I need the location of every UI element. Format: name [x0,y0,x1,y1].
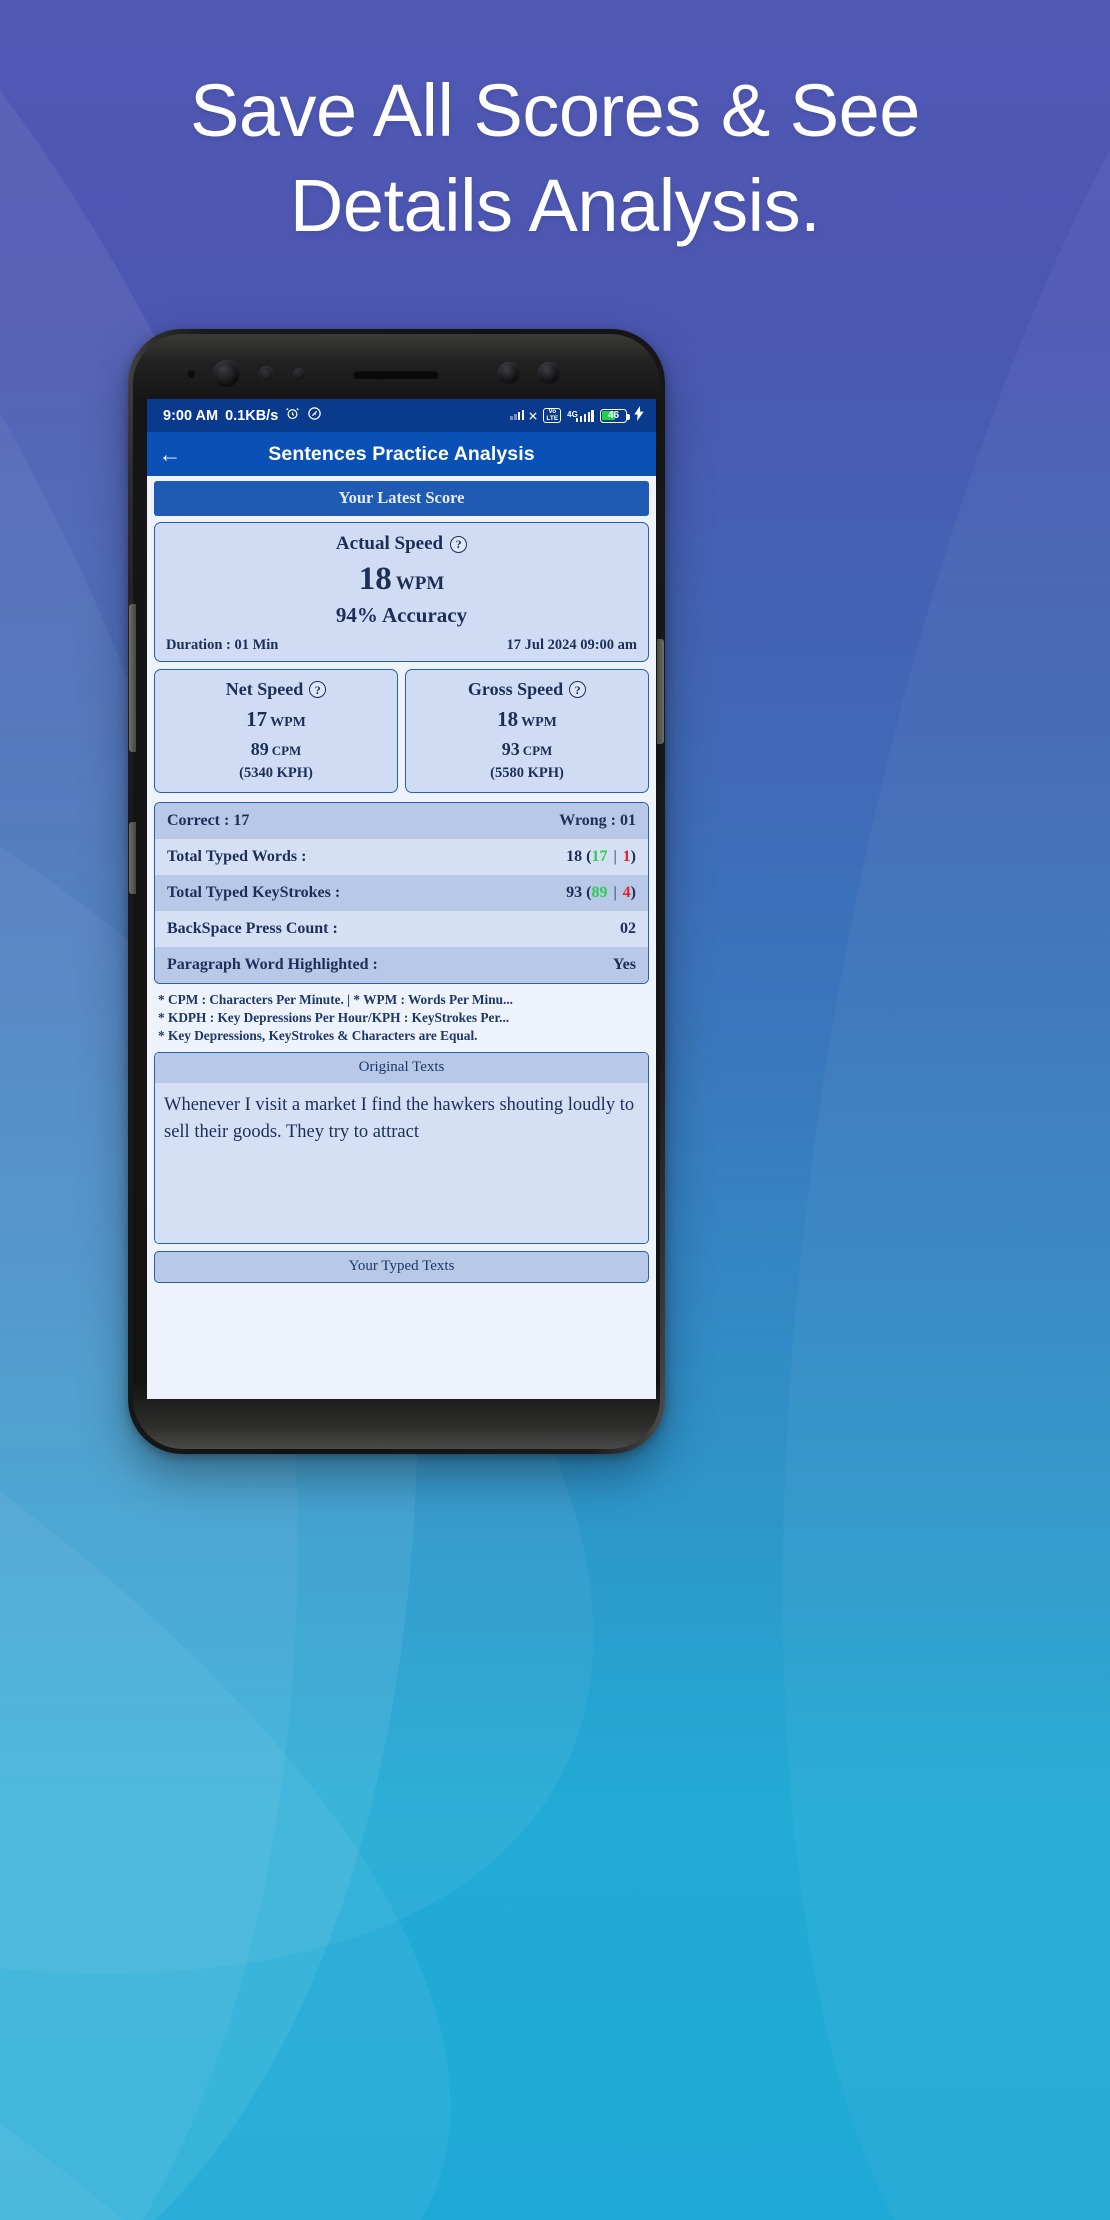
status-time: 9:00 AM [163,407,219,424]
battery-icon: 46 [600,408,630,423]
gross-speed-kph: (5580 KPH) [490,765,564,781]
signal-no-service-icon [510,408,538,424]
gross-speed-label: Gross Speed [467,679,564,699]
actual-speed-value: 18 [358,561,392,597]
footnote-equal: * Key Depressions, KeyStrokes & Characte… [158,1028,478,1044]
latest-score-header: Your Latest Score [154,481,649,516]
front-camera-icon [213,360,240,387]
status-bar-right: Vo LTE 4G 46 [510,406,645,425]
phone-screen: 9:00 AM 0.1KB/s Vo LTE 4G 46 ← Sentences… [147,399,656,1399]
phone-sensor-cluster [133,360,660,387]
footnote-kdph-kph: * KDPH : Key Depressions Per Hour/KPH : … [158,1010,510,1026]
table-row: Paragraph Word Highlighted : Yes [155,947,648,983]
volte-bottom-text: LTE [546,414,559,422]
net-speed-wpm-value: 17 [246,707,268,731]
latest-score-card: Actual Speed ? 18 WPM 94% Accuracy Durati… [154,522,649,662]
original-texts-body: Whenever I visit a market I find the haw… [155,1083,648,1244]
actual-speed-block: Actual Speed ? 18 WPM 94% Accuracy [155,523,648,628]
net-speed-cpm-unit: CPM [271,743,302,758]
stats-table: Correct : 17 Wrong : 01 Total Typed Word… [154,802,649,984]
net-speed-wpm-unit: WPM [270,715,306,730]
gross-speed-card: Gross Speed ? 18 WPM 93 CPM (5580 KPH) [405,669,649,793]
backspace-press-value: 02 [620,920,636,937]
gross-speed-wpm-row: 18 WPM [406,707,648,732]
speed-cards: Net Speed ? 17 WPM 89 CPM (5340 KPH) Gro… [154,669,649,793]
correct-count-label: Correct : 17 [167,812,250,829]
total-typed-words-label: Total Typed Words : [167,848,307,865]
typed-texts-header[interactable]: Your Typed Texts [154,1251,649,1284]
mute-icon [307,406,322,425]
backspace-press-label: BackSpace Press Count : [167,920,338,937]
secondary-camera-icon [498,362,520,384]
status-bar: 9:00 AM 0.1KB/s Vo LTE 4G 46 [147,399,656,432]
mobile-data-icon: 4G [567,409,594,422]
table-row: Total Typed KeyStrokes : 93 (89 | 4) [155,875,648,911]
power-button[interactable] [657,639,664,744]
actual-speed-value-row: 18 WPM [155,561,648,598]
gross-speed-wpm-unit: WPM [521,715,557,730]
actual-speed-unit: WPM [395,573,445,594]
accuracy-value: 94% Accuracy [335,603,468,627]
phone-mockup: 9:00 AM 0.1KB/s Vo LTE 4G 46 ← Sentences… [128,329,665,1454]
help-question-icon[interactable]: ? [450,535,468,553]
background-swoosh-6 [611,0,1110,2220]
volume-up-button[interactable] [129,604,136,752]
promo-headline: Save All Scores & See Details Analysis. [0,74,1110,243]
original-texts-header: Original Texts [155,1053,648,1084]
table-row: Total Typed Words : 18 (17 | 1) [155,839,648,875]
status-bar-left: 9:00 AM 0.1KB/s [163,406,322,425]
gross-speed-label-row: Gross Speed ? [406,679,648,700]
battery-level-label: 46 [607,410,620,421]
page-title: Sentences Practice Analysis [268,442,535,465]
help-question-icon[interactable]: ? [569,681,587,698]
sensor-dot-icon [187,369,196,378]
total-typed-words-value: 18 (17 | 1) [566,848,636,865]
net-speed-cpm-value: 89 [250,739,269,759]
analysis-content: Your Latest Score Actual Speed ? 18 WPM 9… [147,476,656,1284]
original-texts-panel: Original Texts Whenever I visit a market… [154,1052,649,1245]
table-row: BackSpace Press Count : 02 [155,911,648,947]
net-speed-card: Net Speed ? 17 WPM 89 CPM (5340 KPH) [154,669,398,793]
paragraph-highlight-value: Yes [612,956,636,973]
total-typed-keystrokes-label: Total Typed KeyStrokes : [167,884,341,901]
net-speed-label-row: Net Speed ? [155,679,397,700]
paragraph-highlight-label: Paragraph Word Highlighted : [167,956,378,973]
duration-row: Duration : 01 Min 17 Jul 2024 09:00 am [155,628,648,661]
total-typed-keystrokes-value: 93 (89 | 4) [566,884,636,901]
earpiece-speaker-icon [353,370,439,379]
back-arrow-icon[interactable]: ← [147,442,193,466]
headline-line-2: Details Analysis. [289,164,821,247]
net-speed-kph: (5340 KPH) [239,765,313,781]
proximity-sensor-icon [259,366,274,381]
volte-icon: Vo LTE [543,408,562,423]
net-speed-cpm-row: 89 CPM [155,739,397,760]
phone-bezel: 9:00 AM 0.1KB/s Vo LTE 4G 46 ← Sentences… [129,334,664,1449]
app-bar: ← Sentences Practice Analysis [147,432,656,476]
net-speed-wpm-row: 17 WPM [155,707,397,732]
attempt-datetime: 17 Jul 2024 09:00 am [506,637,638,653]
status-data-rate: 0.1KB/s [225,407,279,424]
light-sensor-icon [293,368,305,380]
gross-speed-cpm-value: 93 [501,739,520,759]
table-row: Correct : 17 Wrong : 01 [155,803,648,839]
wrong-count-label: Wrong : 01 [559,812,636,829]
actual-speed-label: Actual Speed [335,533,444,554]
duration-label: Duration : 01 Min [166,637,279,653]
footnote-cpm-wpm: * CPM : Characters Per Minute. | * WPM :… [158,992,513,1007]
actual-speed-label-row: Actual Speed ? [155,533,648,555]
footnotes: * CPM : Characters Per Minute. | * WPM :… [154,984,649,1045]
alarm-icon [285,406,300,425]
headline-line-1: Save All Scores & See [190,69,920,152]
help-question-icon[interactable]: ? [309,681,327,698]
gross-speed-wpm-value: 18 [497,707,519,731]
gross-speed-cpm-unit: CPM [522,743,553,758]
gross-speed-cpm-row: 93 CPM [406,739,648,760]
tertiary-camera-icon [538,362,560,384]
net-speed-label: Net Speed [225,679,304,699]
lightning-bolt-icon [633,406,645,425]
volume-down-button[interactable] [129,822,136,894]
